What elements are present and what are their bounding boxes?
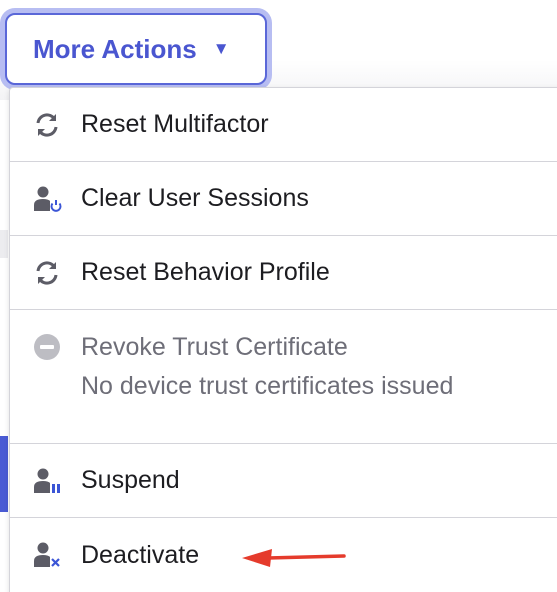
menu-item-label: Deactivate: [81, 540, 200, 569]
menu-item-label: Clear User Sessions: [81, 184, 309, 212]
more-actions-label: More Actions: [33, 33, 197, 64]
stage: More Actions ▼ Reset Multifactor Clear U…: [0, 0, 557, 592]
menu-item-reset-behavior-profile[interactable]: Reset Behavior Profile: [10, 236, 557, 310]
user-power-icon: [30, 182, 64, 216]
red-arrow-annotation-icon: [242, 549, 346, 567]
menu-item-description: No device trust certificates issued: [81, 372, 454, 400]
minus-circle-icon: [30, 330, 64, 364]
menu-item-reset-multifactor[interactable]: Reset Multifactor: [10, 88, 557, 162]
menu-item-suspend[interactable]: Suspend: [10, 444, 557, 518]
menu-item-label: Suspend: [81, 466, 180, 494]
menu-item-label: Reset Multifactor: [81, 110, 269, 138]
more-actions-button[interactable]: More Actions ▼: [5, 13, 267, 85]
refresh-icon: [30, 108, 64, 142]
user-pause-icon: [30, 464, 64, 498]
menu-item-revoke-trust-certificate: Revoke Trust Certificate No device trust…: [10, 310, 557, 444]
menu-item-label: Revoke Trust Certificate: [81, 332, 348, 361]
actions-dropdown-menu: Reset Multifactor Clear User Sessions Re…: [9, 87, 557, 592]
menu-item-label: Reset Behavior Profile: [81, 258, 330, 286]
caret-down-icon: ▼: [212, 39, 230, 58]
user-x-icon: [30, 538, 64, 572]
background-fragment-blue: [0, 436, 8, 512]
background-fragment: [0, 230, 8, 258]
menu-item-clear-user-sessions[interactable]: Clear User Sessions: [10, 162, 557, 236]
refresh-icon: [30, 256, 64, 290]
